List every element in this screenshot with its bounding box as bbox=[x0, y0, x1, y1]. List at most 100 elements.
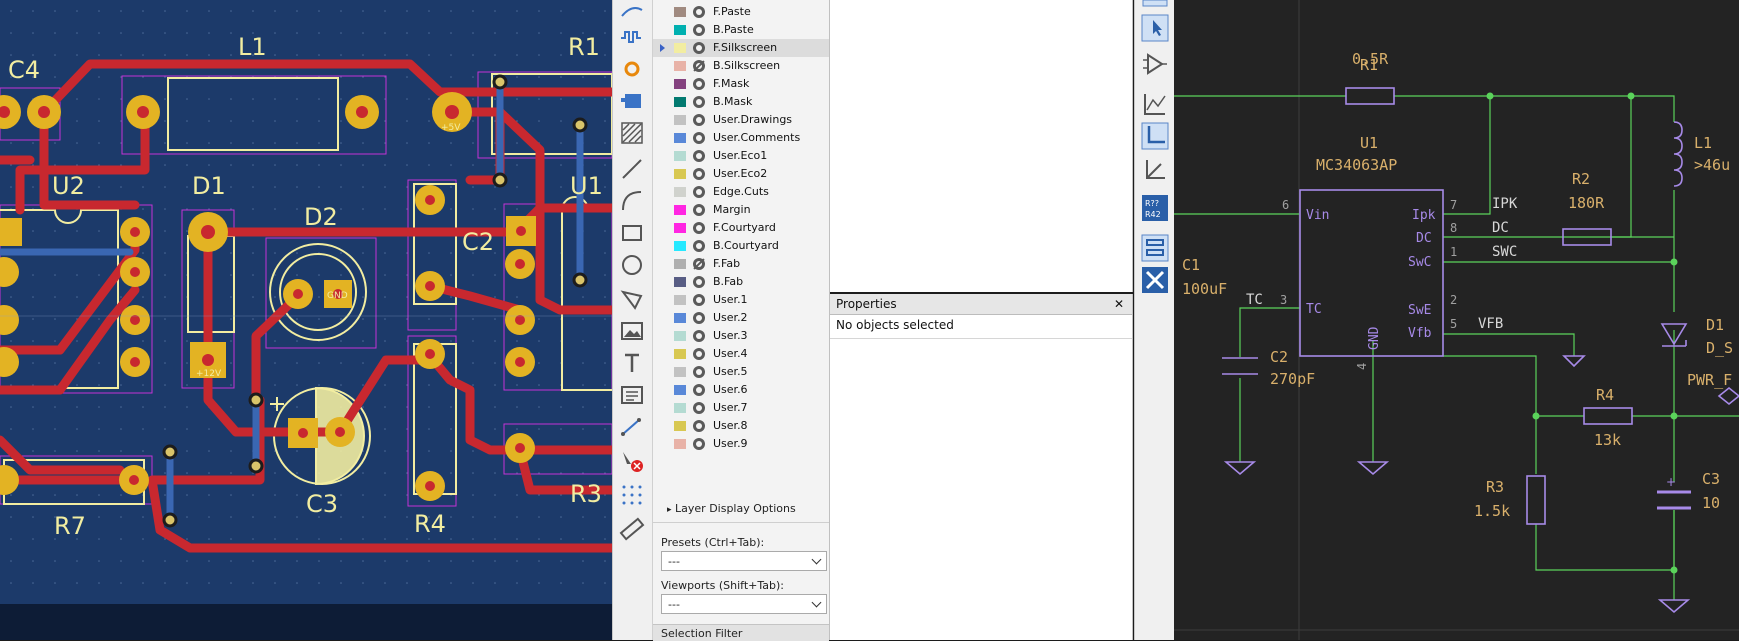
layer-color-swatch[interactable] bbox=[674, 223, 686, 233]
eye-hidden-icon[interactable] bbox=[693, 60, 705, 72]
eye-icon[interactable] bbox=[693, 438, 705, 450]
viewports-dropdown[interactable]: --- bbox=[661, 594, 827, 614]
eye-icon[interactable] bbox=[693, 294, 705, 306]
layer-row-user-eco1[interactable]: User.Eco1 bbox=[653, 147, 829, 165]
layer-row-user-3[interactable]: User.3 bbox=[653, 327, 829, 345]
eye-icon[interactable] bbox=[693, 6, 705, 18]
layer-color-swatch[interactable] bbox=[674, 79, 686, 89]
layer-row-user-4[interactable]: User.4 bbox=[653, 345, 829, 363]
layer-row-user-comments[interactable]: User.Comments bbox=[653, 129, 829, 147]
layer-row-edge-cuts[interactable]: Edge.Cuts bbox=[653, 183, 829, 201]
layer-color-swatch[interactable] bbox=[674, 295, 686, 305]
layer-color-swatch[interactable] bbox=[674, 277, 686, 287]
layer-display-options[interactable]: ▸ Layer Display Options bbox=[667, 502, 796, 515]
add-via-icon[interactable] bbox=[617, 54, 647, 84]
layer-row-f-silkscreen[interactable]: F.Silkscreen bbox=[653, 39, 829, 57]
eye-icon[interactable] bbox=[693, 132, 705, 144]
layer-color-swatch[interactable] bbox=[674, 313, 686, 323]
layer-row-b-paste[interactable]: B.Paste bbox=[653, 21, 829, 39]
simulator-icon[interactable] bbox=[1141, 90, 1169, 118]
layer-row-user-5[interactable]: User.5 bbox=[653, 363, 829, 381]
hierarchy-icon[interactable] bbox=[1141, 234, 1169, 262]
eye-icon[interactable] bbox=[693, 42, 705, 54]
grid-axis-icon[interactable] bbox=[1141, 122, 1169, 150]
layer-color-swatch[interactable] bbox=[674, 331, 686, 341]
close-icon[interactable]: ✕ bbox=[1114, 294, 1124, 314]
eye-icon[interactable] bbox=[693, 366, 705, 378]
draw-circle-icon[interactable] bbox=[617, 250, 647, 280]
layer-color-swatch[interactable] bbox=[674, 367, 686, 377]
layer-color-swatch[interactable] bbox=[674, 43, 686, 53]
layer-color-swatch[interactable] bbox=[674, 259, 686, 269]
layer-color-swatch[interactable] bbox=[674, 169, 686, 179]
draw-line-icon[interactable] bbox=[617, 154, 647, 184]
layer-row-f-courtyard[interactable]: F.Courtyard bbox=[653, 219, 829, 237]
grid-origin-icon[interactable] bbox=[617, 480, 647, 510]
layer-row-user-eco2[interactable]: User.Eco2 bbox=[653, 165, 829, 183]
eye-icon[interactable] bbox=[693, 114, 705, 126]
tools-icon[interactable] bbox=[1141, 266, 1169, 294]
eye-icon[interactable] bbox=[693, 330, 705, 342]
layer-row-b-courtyard[interactable]: B.Courtyard bbox=[653, 237, 829, 255]
add-symbol-icon[interactable] bbox=[1141, 50, 1169, 78]
eye-icon[interactable] bbox=[693, 240, 705, 252]
layer-color-swatch[interactable] bbox=[674, 7, 686, 17]
layer-row-b-silkscreen[interactable]: B.Silkscreen bbox=[653, 57, 829, 75]
layer-color-swatch[interactable] bbox=[674, 349, 686, 359]
draw-arc-icon[interactable] bbox=[617, 186, 647, 216]
tune-length-icon[interactable] bbox=[617, 22, 647, 52]
layer-row-f-paste[interactable]: F.Paste bbox=[653, 3, 829, 21]
delete-tool-icon[interactable] bbox=[617, 446, 647, 476]
eye-icon[interactable] bbox=[693, 96, 705, 108]
layer-row-b-fab[interactable]: B.Fab bbox=[653, 273, 829, 291]
eye-icon[interactable] bbox=[693, 222, 705, 234]
layer-color-swatch[interactable] bbox=[674, 61, 686, 71]
eye-icon[interactable] bbox=[693, 384, 705, 396]
eye-icon[interactable] bbox=[693, 78, 705, 90]
add-textbox-icon[interactable] bbox=[617, 380, 647, 410]
pointer-icon[interactable] bbox=[1141, 14, 1169, 42]
layer-row-user-8[interactable]: User.8 bbox=[653, 417, 829, 435]
schematic-canvas[interactable]: R1 0.5R U1 MC34063AP L1 >46u R2 180R C1 … bbox=[1174, 0, 1739, 640]
eye-icon[interactable] bbox=[693, 402, 705, 414]
layer-color-swatch[interactable] bbox=[674, 25, 686, 35]
layer-color-swatch[interactable] bbox=[674, 205, 686, 215]
schematic-sheet[interactable]: R1 0.5R U1 MC34063AP L1 >46u R2 180R C1 … bbox=[1174, 0, 1739, 640]
eye-icon[interactable] bbox=[693, 420, 705, 432]
layer-row-user-2[interactable]: User.2 bbox=[653, 309, 829, 327]
eye-icon[interactable] bbox=[693, 168, 705, 180]
add-text-icon[interactable] bbox=[617, 348, 647, 378]
layer-row-b-mask[interactable]: B.Mask bbox=[653, 93, 829, 111]
eye-icon[interactable] bbox=[693, 276, 705, 288]
draw-rectangle-icon[interactable] bbox=[617, 218, 647, 248]
angle-icon[interactable] bbox=[1141, 156, 1169, 184]
layer-color-swatch[interactable] bbox=[674, 151, 686, 161]
eye-icon[interactable] bbox=[693, 150, 705, 162]
measure-tool-icon[interactable] bbox=[617, 514, 647, 544]
layer-row-margin[interactable]: Margin bbox=[653, 201, 829, 219]
layer-color-swatch[interactable] bbox=[674, 133, 686, 143]
layer-color-swatch[interactable] bbox=[674, 439, 686, 449]
layer-color-swatch[interactable] bbox=[674, 385, 686, 395]
eye-icon[interactable] bbox=[693, 312, 705, 324]
layer-color-swatch[interactable] bbox=[674, 115, 686, 125]
layer-row-user-6[interactable]: User.6 bbox=[653, 381, 829, 399]
presets-dropdown[interactable]: --- bbox=[661, 551, 827, 571]
layer-row-user-drawings[interactable]: User.Drawings bbox=[653, 111, 829, 129]
annotate-icon[interactable]: R?? R42 bbox=[1141, 194, 1169, 222]
layer-color-swatch[interactable] bbox=[674, 421, 686, 431]
eye-hidden-icon[interactable] bbox=[693, 258, 705, 270]
add-dimension-icon[interactable] bbox=[617, 412, 647, 442]
add-footprint-icon[interactable] bbox=[617, 86, 647, 116]
eye-icon[interactable] bbox=[693, 24, 705, 36]
layer-row-user-1[interactable]: User.1 bbox=[653, 291, 829, 309]
eye-icon[interactable] bbox=[693, 348, 705, 360]
layer-row-user-7[interactable]: User.7 bbox=[653, 399, 829, 417]
draw-polygon-icon[interactable] bbox=[617, 284, 647, 314]
pcb-board[interactable]: C4 L1 R1 U2 D1 D2 C2 U1 C3 R4 R3 R7 +5V … bbox=[0, 0, 612, 640]
add-image-icon[interactable] bbox=[617, 316, 647, 346]
layer-row-f-mask[interactable]: F.Mask bbox=[653, 75, 829, 93]
pcb-canvas[interactable]: C4 L1 R1 U2 D1 D2 C2 U1 C3 R4 R3 R7 +5V … bbox=[0, 0, 612, 640]
eye-icon[interactable] bbox=[693, 186, 705, 198]
layer-color-swatch[interactable] bbox=[674, 403, 686, 413]
